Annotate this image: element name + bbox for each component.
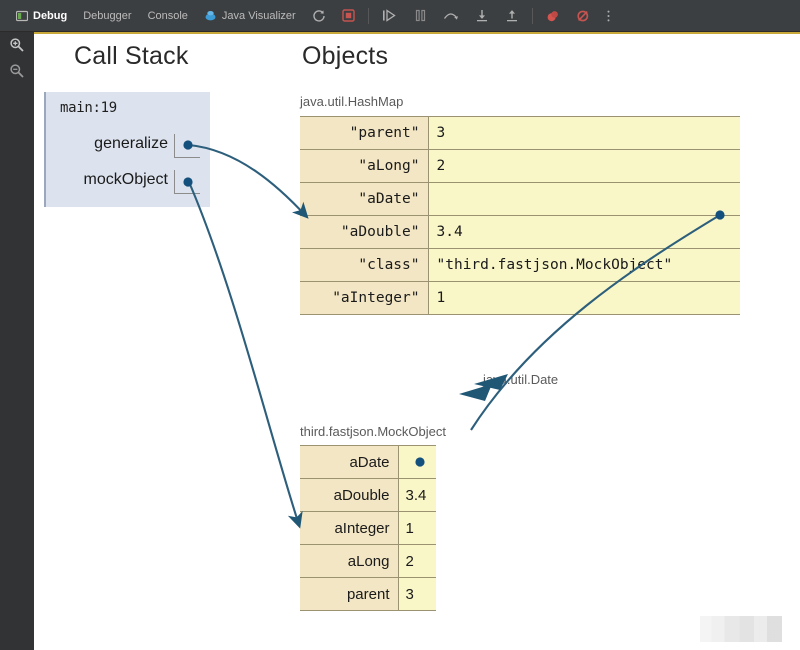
stack-variable-generalize-ref-box xyxy=(174,134,200,158)
mockobject-key-3: aLong xyxy=(300,544,399,578)
resume-program-button[interactable] xyxy=(374,4,406,28)
stack-variable-mockobject-ref-box xyxy=(174,170,200,194)
mockobject-key-2: aInteger xyxy=(300,511,399,545)
zoom-in-button[interactable] xyxy=(0,32,34,58)
view-breakpoints-muted-icon xyxy=(576,9,590,23)
mute-breakpoints-icon xyxy=(546,9,560,23)
stack-variable-generalize[interactable]: generalize xyxy=(54,132,204,160)
table-row[interactable]: "aDouble" 3.4 xyxy=(300,215,740,249)
table-row[interactable]: "aLong" 2 xyxy=(300,149,740,183)
tab-java-visualizer-label: Java Visualizer xyxy=(221,9,296,22)
mockobject-key-4: parent xyxy=(300,577,399,611)
debug-window-icon xyxy=(15,10,29,22)
tab-java-visualizer[interactable]: Java Visualizer xyxy=(196,4,304,28)
hashmap-value-0: 3 xyxy=(428,116,740,150)
kebab-menu-icon xyxy=(606,9,611,23)
call-stack-heading: Call Stack xyxy=(74,42,189,70)
stop-icon xyxy=(342,9,355,22)
hashmap-key-3: "aDouble" xyxy=(300,215,429,249)
java-visualizer-icon xyxy=(204,9,217,22)
hashmap-key-4: "class" xyxy=(300,248,429,282)
hashmap-value-1: 2 xyxy=(428,149,740,183)
tab-debugger[interactable]: Debugger xyxy=(75,4,139,28)
mockobject-value-0 xyxy=(398,445,436,479)
step-over-icon xyxy=(443,9,459,22)
step-into-icon xyxy=(475,9,489,22)
rerun-icon xyxy=(312,9,326,23)
table-row[interactable]: aDate xyxy=(300,445,436,479)
pause-program-button[interactable] xyxy=(406,4,435,28)
table-row[interactable]: parent 3 xyxy=(300,577,436,611)
hashmap-key-2: "aDate" xyxy=(300,182,429,216)
table-row[interactable]: "aDate" xyxy=(300,182,740,216)
tab-debug-label: Debug xyxy=(33,9,68,22)
accent-rule xyxy=(34,32,800,34)
toolbar-divider-2 xyxy=(531,7,533,24)
date-type-label: java.util.Date xyxy=(483,372,559,387)
hashmap-value-3: 3.4 xyxy=(428,215,740,249)
resume-program-icon xyxy=(382,9,398,22)
mockobject-table: aDate aDouble 3.4 aInteger 1 aLong 2 par… xyxy=(300,445,436,611)
table-row[interactable]: "parent" 3 xyxy=(300,116,740,150)
objects-heading: Objects xyxy=(302,42,389,70)
blurred-watermark xyxy=(700,616,782,642)
stack-variable-generalize-label: generalize xyxy=(94,135,168,152)
frame-title: main:19 xyxy=(60,100,117,116)
debug-toolbar: Debug Debugger Console Java Visualizer xyxy=(0,0,800,32)
mockobject-value-1: 3.4 xyxy=(398,478,436,512)
more-options-button[interactable] xyxy=(598,4,619,28)
mockobject-type-label: third.fastjson.MockObject xyxy=(300,424,446,439)
mockobject-key-0: aDate xyxy=(300,445,399,479)
step-out-button[interactable] xyxy=(497,4,527,28)
hashmap-table: "parent" 3 "aLong" 2 "aDate" "aDouble" 3… xyxy=(300,116,740,315)
table-row[interactable]: aInteger 1 xyxy=(300,511,436,545)
mockobject-value-4: 3 xyxy=(398,577,436,611)
left-tool-rail xyxy=(0,32,34,650)
arrow-mockobject-to-instance xyxy=(183,177,303,529)
hashmap-key-5: "aInteger" xyxy=(300,281,429,315)
tab-debug[interactable]: Debug xyxy=(8,4,75,28)
hashmap-value-2 xyxy=(428,182,740,216)
hashmap-value-4: "third.fastjson.MockObject" xyxy=(428,248,740,282)
rerun-button[interactable] xyxy=(304,4,334,28)
hashmap-key-0: "parent" xyxy=(300,116,429,150)
mockobject-value-2: 1 xyxy=(398,511,436,545)
mockobject-key-1: aDouble xyxy=(300,478,399,512)
table-row[interactable]: "aInteger" 1 xyxy=(300,281,740,315)
stop-button[interactable] xyxy=(334,4,363,28)
table-row[interactable]: aLong 2 xyxy=(300,544,436,578)
zoom-in-icon xyxy=(9,37,25,53)
mockobject-value-3: 2 xyxy=(398,544,436,578)
hashmap-key-1: "aLong" xyxy=(300,149,429,183)
hashmap-value-5: 1 xyxy=(428,281,740,315)
tab-console[interactable]: Console xyxy=(140,4,196,28)
step-over-button[interactable] xyxy=(435,4,467,28)
call-stack-frame[interactable]: main:19 generalize mockObject xyxy=(44,92,210,207)
step-into-button[interactable] xyxy=(467,4,497,28)
zoom-out-icon xyxy=(9,63,25,79)
view-breakpoints-button[interactable] xyxy=(568,4,598,28)
hashmap-type-label: java.util.HashMap xyxy=(300,94,404,109)
pause-program-icon xyxy=(414,9,427,22)
mute-breakpoints-button[interactable] xyxy=(538,4,568,28)
stack-variable-mockobject[interactable]: mockObject xyxy=(54,168,204,196)
table-row[interactable]: aDouble 3.4 xyxy=(300,478,436,512)
zoom-out-button[interactable] xyxy=(0,58,34,84)
toolbar-divider-1 xyxy=(367,7,369,24)
table-row[interactable]: "class" "third.fastjson.MockObject" xyxy=(300,248,740,282)
step-out-icon xyxy=(505,9,519,22)
visualizer-canvas: Call Stack Objects main:19 generalize mo… xyxy=(34,32,800,650)
tab-console-label: Console xyxy=(147,9,188,22)
tab-debugger-label: Debugger xyxy=(83,9,132,22)
stack-variable-mockobject-label: mockObject xyxy=(83,171,168,188)
